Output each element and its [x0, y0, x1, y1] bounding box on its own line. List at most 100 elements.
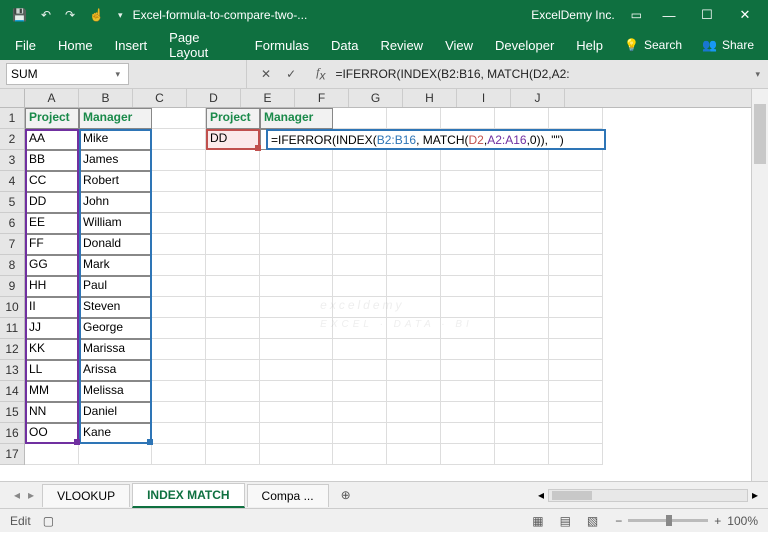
cell[interactable] — [495, 171, 549, 192]
cell[interactable]: Robert — [79, 171, 152, 192]
cell[interactable] — [495, 150, 549, 171]
fx-icon[interactable]: fx — [310, 65, 331, 82]
cell[interactable] — [152, 339, 206, 360]
cell[interactable]: Mark — [79, 255, 152, 276]
cell[interactable] — [387, 276, 441, 297]
col-header[interactable]: B — [79, 89, 133, 107]
cell[interactable] — [495, 423, 549, 444]
cell[interactable]: KK — [25, 339, 79, 360]
cell[interactable]: Donald — [79, 234, 152, 255]
cell[interactable] — [441, 171, 495, 192]
cell[interactable]: Kane — [79, 423, 152, 444]
cell[interactable] — [333, 423, 387, 444]
cell[interactable] — [333, 339, 387, 360]
cell[interactable] — [333, 402, 387, 423]
cell[interactable]: Melissa — [79, 381, 152, 402]
cell[interactable] — [152, 402, 206, 423]
share-button[interactable]: 👥Share — [692, 32, 764, 58]
cell[interactable] — [387, 255, 441, 276]
maximize-button[interactable]: ☐ — [690, 3, 724, 27]
cell[interactable] — [206, 276, 260, 297]
page-break-view-icon[interactable]: ▧ — [580, 511, 605, 531]
cell[interactable] — [549, 276, 603, 297]
cell[interactable]: NN — [25, 402, 79, 423]
cell[interactable] — [549, 213, 603, 234]
cell[interactable]: Project — [25, 108, 79, 129]
cell[interactable] — [387, 423, 441, 444]
cell[interactable] — [549, 318, 603, 339]
cell[interactable]: DD — [25, 192, 79, 213]
sheet-tab-vlookup[interactable]: VLOOKUP — [42, 484, 130, 507]
cell[interactable]: John — [79, 192, 152, 213]
cell[interactable] — [441, 318, 495, 339]
zoom-in-button[interactable]: + — [714, 514, 721, 528]
macro-record-icon[interactable]: ▢ — [43, 514, 54, 528]
cell[interactable] — [495, 297, 549, 318]
row-header[interactable]: 12 — [0, 339, 24, 360]
col-header[interactable]: D — [187, 89, 241, 107]
cell[interactable]: Steven — [79, 297, 152, 318]
cell[interactable] — [333, 213, 387, 234]
cell[interactable]: Daniel — [79, 402, 152, 423]
cell[interactable] — [441, 108, 495, 129]
cell[interactable] — [152, 234, 206, 255]
cell[interactable] — [387, 108, 441, 129]
qat-dropdown-icon[interactable]: ▾ — [118, 10, 123, 21]
row-header[interactable]: 13 — [0, 360, 24, 381]
cell[interactable]: CC — [25, 171, 79, 192]
col-header[interactable]: C — [133, 89, 187, 107]
cell[interactable] — [495, 108, 549, 129]
cell[interactable] — [79, 444, 152, 465]
cell[interactable] — [206, 192, 260, 213]
cell[interactable]: MM — [25, 381, 79, 402]
cell[interactable] — [260, 234, 333, 255]
cell[interactable]: Marissa — [79, 339, 152, 360]
cell[interactable] — [206, 318, 260, 339]
cell[interactable]: Mike — [79, 129, 152, 150]
sheet-prev-icon[interactable]: ◂ — [14, 488, 20, 502]
cell[interactable] — [441, 381, 495, 402]
cell-e2-editing[interactable]: =IFERROR(INDEX(B2:B16, MATCH(D2,A2:A16,0… — [266, 129, 606, 150]
zoom-out-button[interactable]: − — [615, 514, 622, 528]
cell[interactable] — [206, 423, 260, 444]
cell[interactable] — [387, 150, 441, 171]
cell[interactable] — [260, 381, 333, 402]
tab-review[interactable]: Review — [369, 32, 434, 59]
cell[interactable] — [387, 171, 441, 192]
cell[interactable]: Paul — [79, 276, 152, 297]
cell[interactable] — [441, 255, 495, 276]
col-header[interactable]: A — [25, 89, 79, 107]
cell[interactable] — [495, 192, 549, 213]
cell[interactable] — [260, 171, 333, 192]
cell[interactable] — [549, 360, 603, 381]
cell[interactable] — [387, 402, 441, 423]
col-header[interactable]: I — [457, 89, 511, 107]
cell[interactable] — [441, 150, 495, 171]
cell[interactable] — [549, 381, 603, 402]
cell[interactable] — [333, 234, 387, 255]
cell[interactable] — [333, 108, 387, 129]
cell[interactable] — [152, 360, 206, 381]
tab-insert[interactable]: Insert — [104, 32, 159, 59]
cells-area[interactable]: ProjectManagerProjectManagerAAMikeDDBBJa… — [25, 108, 768, 481]
cell[interactable] — [152, 192, 206, 213]
enter-formula-icon[interactable]: ✓ — [280, 65, 302, 83]
cell[interactable] — [387, 381, 441, 402]
cell[interactable] — [387, 339, 441, 360]
cell[interactable] — [495, 276, 549, 297]
cell[interactable] — [206, 402, 260, 423]
cell[interactable] — [152, 108, 206, 129]
cell[interactable] — [333, 171, 387, 192]
cell[interactable] — [152, 318, 206, 339]
cell[interactable] — [441, 276, 495, 297]
sheet-tab-index-match[interactable]: INDEX MATCH — [132, 483, 244, 508]
row-header[interactable]: 9 — [0, 276, 24, 297]
zoom-slider[interactable] — [628, 519, 708, 522]
tab-developer[interactable]: Developer — [484, 32, 565, 59]
worksheet-grid[interactable]: A B C D E F G H I J 12345678910111213141… — [0, 89, 768, 481]
cell[interactable]: Project — [206, 108, 260, 129]
namebox-dropdown-icon[interactable]: ▾ — [115, 69, 120, 80]
cell[interactable] — [260, 192, 333, 213]
cell[interactable] — [206, 444, 260, 465]
row-header[interactable]: 6 — [0, 213, 24, 234]
